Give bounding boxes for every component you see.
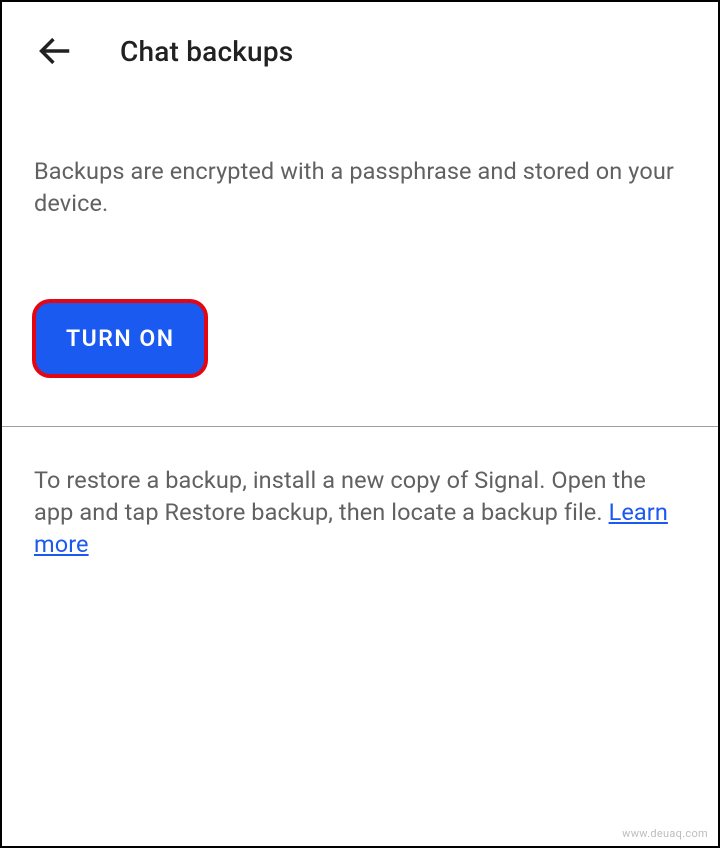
page-title: Chat backups xyxy=(120,35,293,68)
restore-section: To restore a backup, install a new copy … xyxy=(2,427,718,560)
header-bar: Chat backups xyxy=(2,2,718,96)
watermark-text: www.deuaq.com xyxy=(622,827,708,840)
backup-description-text: Backups are encrypted with a passphrase … xyxy=(34,156,686,219)
restore-text-prefix: To restore a backup, install a new copy … xyxy=(34,466,646,526)
restore-instructions-text: To restore a backup, install a new copy … xyxy=(34,465,686,560)
description-section: Backups are encrypted with a passphrase … xyxy=(2,96,718,219)
app-screen: Chat backups Backups are encrypted with … xyxy=(0,0,720,848)
turn-on-button[interactable]: TURN ON xyxy=(32,299,208,378)
action-section: TURN ON xyxy=(2,219,718,426)
back-arrow-icon[interactable] xyxy=(34,30,76,72)
